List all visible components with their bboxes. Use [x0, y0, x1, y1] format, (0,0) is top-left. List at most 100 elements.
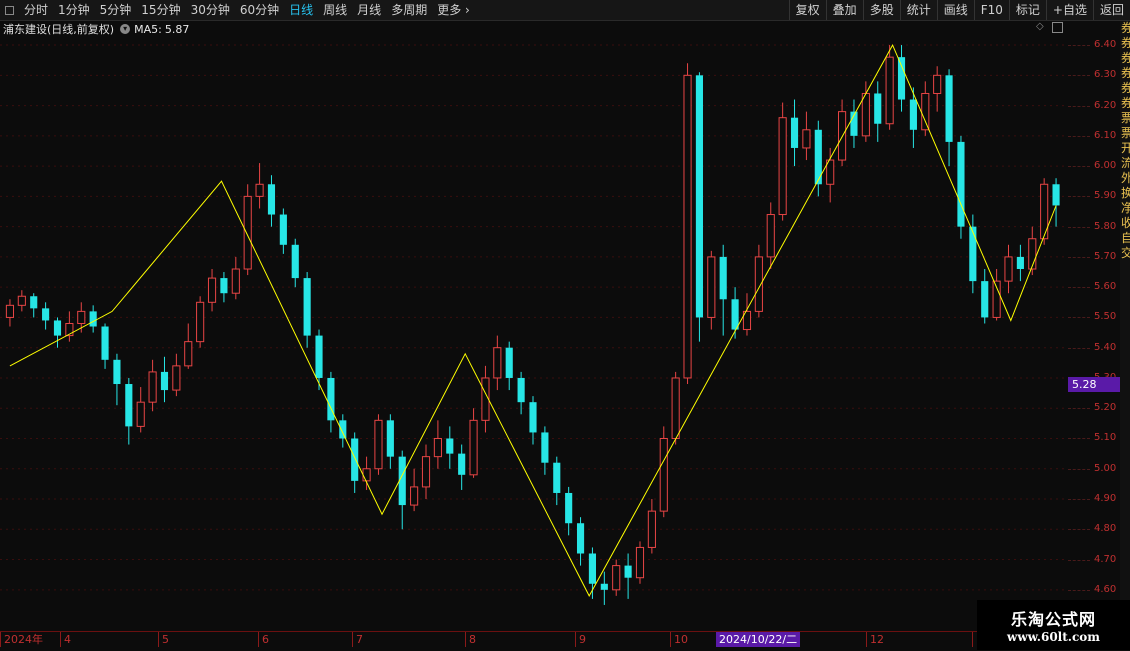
- kline-chart[interactable]: [0, 21, 1068, 631]
- current-price-tag: 5.28: [1068, 377, 1120, 393]
- candle-body-10: [125, 384, 133, 427]
- candle-body-42: [505, 347, 513, 378]
- draw-line-button[interactable]: 画线: [936, 0, 974, 20]
- candle-body-59: [707, 256, 716, 318]
- date-label-sep: 9: [575, 632, 586, 647]
- candle-body-48: [576, 523, 585, 554]
- price-tick-dash-0: [1068, 45, 1090, 47]
- candle-body-25: [303, 278, 311, 336]
- diamond-icon[interactable]: ◇: [1036, 21, 1044, 32]
- period-tab-5min[interactable]: 5分钟: [95, 0, 137, 20]
- overlay-button[interactable]: 叠加: [825, 0, 863, 20]
- date-cursor-label: 2024/10/22/二: [716, 632, 801, 647]
- side-panel-char-6: 票: [1121, 111, 1130, 125]
- candle-body-88: [1052, 184, 1060, 206]
- date-label-year: 2024年: [0, 632, 43, 647]
- price-tick-dash-15: [1068, 499, 1090, 501]
- period-tab-15min[interactable]: 15分钟: [136, 0, 185, 20]
- candle-body-56: [671, 377, 680, 439]
- side-panel-char-12: 净: [1121, 201, 1130, 215]
- candle-body-44: [529, 402, 537, 433]
- candle-body-55: [659, 437, 668, 512]
- period-tab-30min[interactable]: 30分钟: [186, 0, 235, 20]
- period-tab-daily[interactable]: 日线: [284, 0, 318, 20]
- candle-body-15: [184, 341, 193, 367]
- f10-button[interactable]: F10: [973, 0, 1009, 20]
- price-tick-dash-16: [1068, 529, 1090, 531]
- candle-body-86: [1028, 238, 1037, 270]
- date-label-oct: 10: [670, 632, 688, 647]
- candle-body-18: [220, 278, 228, 294]
- candle-body-64: [766, 214, 775, 258]
- period-tab-multi[interactable]: 多周期: [386, 0, 432, 20]
- ma-value: 5.87: [164, 22, 190, 36]
- candle-body-13: [160, 371, 169, 391]
- candle-body-76: [909, 99, 917, 130]
- candle-body-66: [790, 117, 799, 148]
- more-label: 更多: [437, 3, 462, 17]
- side-panel-char-1: 券: [1121, 36, 1130, 50]
- candle-body-9: [113, 359, 121, 385]
- period-tab-monthly[interactable]: 月线: [352, 0, 386, 20]
- price-tick-dash-5: [1068, 196, 1090, 198]
- candle-body-12: [148, 371, 157, 403]
- candle-body-22: [267, 184, 276, 215]
- candle-body-39: [469, 419, 478, 476]
- date-label-aug: 8: [465, 632, 476, 647]
- candle-body-54: [647, 510, 656, 548]
- period-tab-more[interactable]: 更多 ›: [432, 0, 475, 20]
- panel-toggle-icon[interactable]: [1052, 22, 1063, 33]
- mark-button[interactable]: 标记: [1008, 0, 1046, 20]
- side-panel-char-2: 券: [1121, 51, 1130, 65]
- date-axis: 2024年 4 5 6 7 8 9 10 2024/10/22/二 12 1: [0, 631, 1130, 651]
- candle-body-80: [957, 141, 965, 227]
- candle-body-51: [612, 565, 621, 591]
- stats-button[interactable]: 统计: [899, 0, 937, 20]
- candle-body-60: [719, 256, 727, 300]
- price-tick-15: 4.90: [1094, 493, 1117, 505]
- candle-body-19: [231, 268, 240, 294]
- price-tick-10: 5.40: [1094, 341, 1117, 353]
- candle-body-28: [339, 420, 347, 439]
- dropdown-circle-icon[interactable]: ▾: [120, 24, 131, 34]
- price-tick-18: 4.60: [1094, 583, 1117, 595]
- price-tick-dash-8: [1068, 287, 1090, 289]
- period-tab-weekly[interactable]: 周线: [318, 0, 352, 20]
- watermark-url: www.60lt.com: [1007, 630, 1100, 644]
- chevron-right-icon: ›: [465, 3, 470, 17]
- watermark-title: 乐淘公式网: [1010, 610, 1096, 629]
- candle-body-26: [315, 335, 323, 378]
- window-menu-icon[interactable]: [5, 5, 14, 15]
- back-button[interactable]: 返回: [1092, 0, 1130, 20]
- candle-body-4: [53, 320, 62, 336]
- period-tab-1min[interactable]: 1分钟: [53, 0, 95, 20]
- candle-body-38: [458, 453, 466, 475]
- date-label-jul: 7: [352, 632, 363, 647]
- zigzag-line: [9, 43, 1057, 597]
- add-watchlist-button[interactable]: +自选: [1045, 0, 1093, 20]
- date-label-may: 5: [158, 632, 169, 647]
- candle-body-65: [778, 117, 787, 216]
- candle-body-52: [624, 565, 632, 578]
- candle-body-8: [101, 326, 109, 360]
- adjust-button[interactable]: 复权: [788, 0, 826, 20]
- multi-stock-button[interactable]: 多股: [862, 0, 900, 20]
- price-tick-7: 5.70: [1094, 250, 1117, 262]
- side-panel-char-8: 开: [1121, 141, 1130, 155]
- side-panel-char-0: 券: [1121, 21, 1130, 35]
- period-tab-60min[interactable]: 60分钟: [235, 0, 284, 20]
- side-panel-char-15: 交: [1121, 246, 1130, 260]
- side-panel-char-11: 换: [1121, 186, 1130, 200]
- side-panel-char-10: 外: [1121, 171, 1130, 185]
- price-tick-8: 5.60: [1094, 281, 1117, 293]
- price-tick-dash-14: [1068, 468, 1090, 471]
- price-tick-3: 6.10: [1094, 129, 1117, 141]
- price-tick-9: 5.50: [1094, 311, 1117, 323]
- side-panel-char-9: 流: [1121, 156, 1130, 170]
- candle-body-75: [897, 57, 906, 100]
- period-tab-timeshare[interactable]: 分时: [19, 0, 53, 20]
- price-tick-dash-6: [1068, 226, 1090, 229]
- candle-body-41: [493, 347, 502, 379]
- candle-body-84: [1004, 256, 1013, 282]
- candle-body-81: [969, 226, 977, 282]
